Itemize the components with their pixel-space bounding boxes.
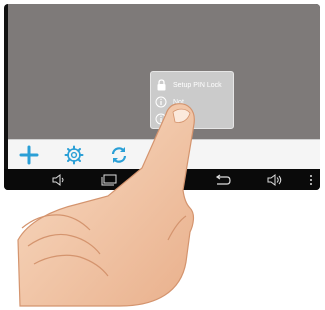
notification-label: Not (173, 98, 184, 106)
refresh-icon[interactable] (108, 144, 130, 166)
volume-down-icon[interactable] (50, 172, 68, 188)
context-popup: Setup PIN Lock Not (150, 71, 234, 129)
bottom-toolbar (8, 139, 320, 170)
partial-icon[interactable] (154, 144, 176, 166)
lock-icon (155, 79, 167, 91)
back-icon[interactable] (214, 172, 232, 188)
notification-item[interactable]: Not (155, 95, 184, 109)
menu-icon[interactable] (306, 172, 316, 188)
setup-pin-lock-item[interactable]: Setup PIN Lock (155, 78, 222, 92)
info-icon (155, 96, 167, 108)
plus-icon[interactable] (18, 144, 40, 166)
gear-icon[interactable] (63, 144, 85, 166)
home-icon[interactable] (160, 172, 178, 188)
info-item[interactable] (155, 112, 173, 126)
volume-up-icon[interactable] (266, 172, 284, 188)
setup-pin-lock-label: Setup PIN Lock (173, 81, 222, 89)
info-icon (155, 113, 167, 125)
system-navbar (4, 169, 320, 190)
recent-apps-icon[interactable] (100, 172, 118, 188)
